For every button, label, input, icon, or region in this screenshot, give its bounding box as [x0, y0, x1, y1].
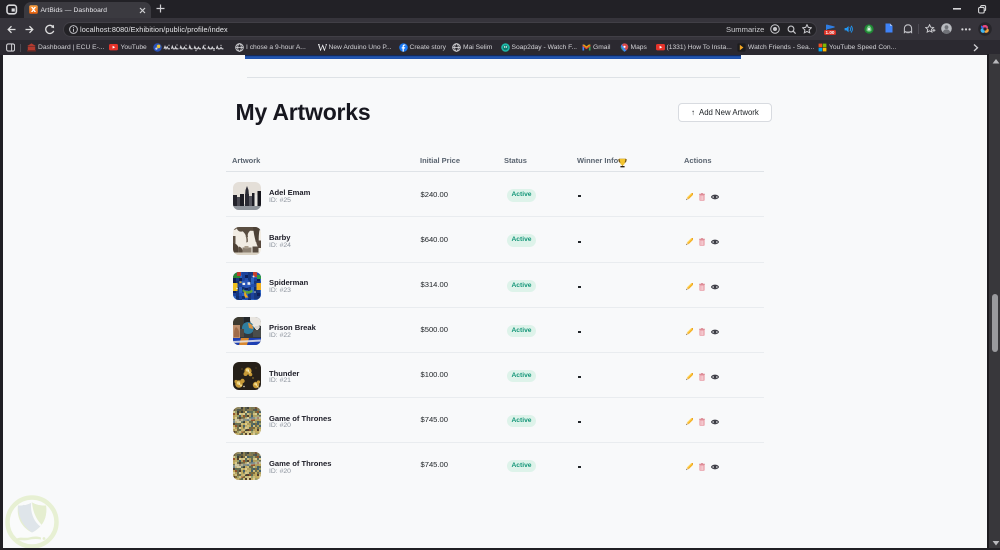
svg-text:1.00: 1.00	[825, 30, 834, 35]
svg-text:W: W	[318, 43, 327, 52]
